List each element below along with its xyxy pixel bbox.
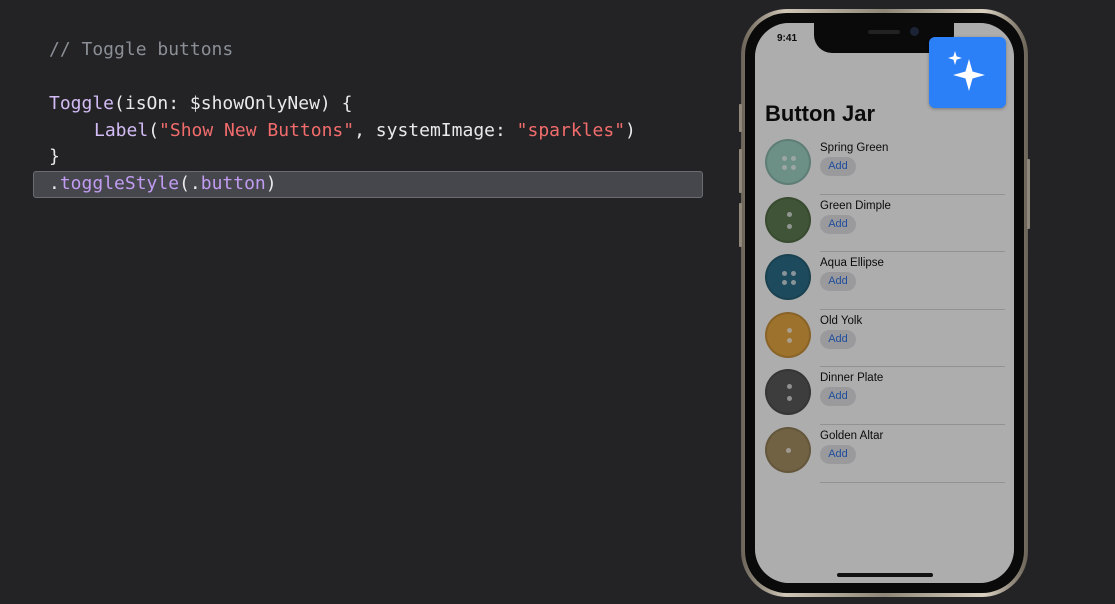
code-type-label: Label [94,120,149,141]
code-paren-open: ( [148,120,160,141]
speaker [868,30,900,34]
camera [910,27,919,36]
code-param: , systemImage: [354,120,517,141]
code-arg: button [200,173,266,194]
code-string-title: "Show New Buttons" [159,120,355,141]
code-brace: } [49,146,60,167]
volume-up-button [739,149,742,193]
power-button [1027,159,1030,229]
code-panel: // Toggle buttons Toggle(isOn: $showOnly… [0,0,720,604]
volume-down-button [739,203,742,247]
code-line-toggle: Toggle(isOn: $showOnlyNew) { [49,91,352,117]
home-indicator[interactable] [837,573,933,577]
mute-switch [739,104,742,132]
code-string-image: "sparkles" [516,120,626,141]
code-line-label: Label("Show New Buttons", systemImage: "… [94,118,636,144]
code-modifier: toggleStyle [59,173,180,194]
code-line-modifier: .toggleStyle(.button) [49,171,277,197]
code-mod-open: ( [179,173,190,194]
code-comment: // Toggle buttons [49,39,234,60]
code-mod-close: ) [265,173,277,194]
code-paren-close: ) [625,120,636,141]
sparkles-toggle-button[interactable] [929,37,1006,108]
code-dot-arg: . [189,173,201,194]
code-args: (isOn: $showOnlyNew) { [114,93,353,114]
sparkles-icon [948,51,985,91]
code-dot: . [49,173,60,194]
code-type-toggle: Toggle [49,93,115,114]
